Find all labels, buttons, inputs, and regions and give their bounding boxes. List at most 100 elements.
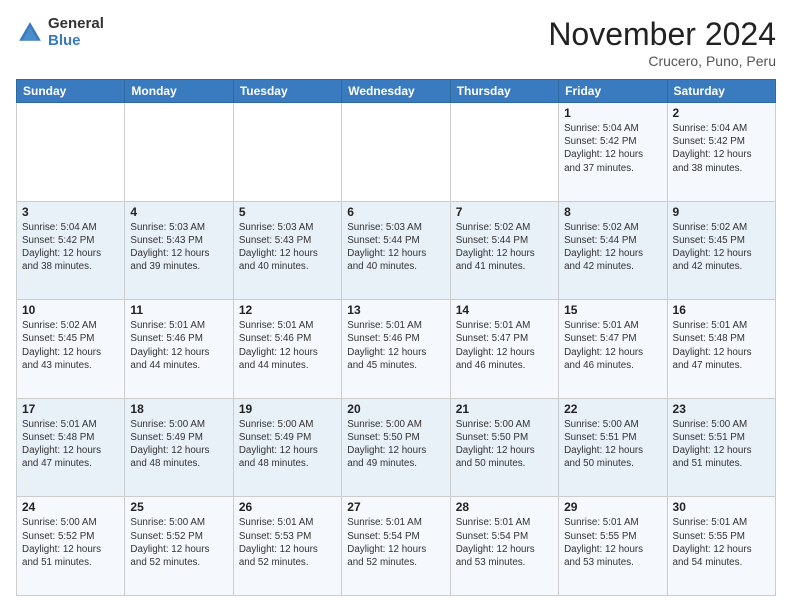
day-info: Sunrise: 5:00 AM Sunset: 5:50 PM Dayligh…: [347, 418, 444, 471]
day-info: Sunrise: 5:00 AM Sunset: 5:51 PM Dayligh…: [673, 418, 770, 471]
day-number: 10: [22, 303, 119, 317]
day-cell-w3-d3: 20Sunrise: 5:00 AM Sunset: 5:50 PM Dayli…: [342, 398, 450, 497]
day-cell-w1-d5: 8 Sunrise: 5:02 AM Sunset: 5:44 PM Daylig…: [559, 201, 667, 300]
day-number: 21: [456, 402, 553, 416]
col-tuesday: Tuesday: [233, 80, 341, 103]
day-number: 9: [673, 205, 770, 219]
page: General Blue November 2024 Crucero, Puno…: [0, 0, 792, 612]
col-sunday: Sunday: [17, 80, 125, 103]
day-number: 17: [22, 402, 119, 416]
day-number: 13: [347, 303, 444, 317]
day-cell-w4-d6: 30 Sunrise: 5:01 AM Sunset: 5:55 PM Dayli…: [667, 497, 775, 596]
day-info: Sunrise: 5:04 AM Sunset: 5:42 PM Dayligh…: [673, 122, 770, 175]
day-number: 23: [673, 402, 770, 416]
day-cell-w4-d4: 28 Sunrise: 5:01 AM Sunset: 5:54 PM Dayli…: [450, 497, 558, 596]
day-number: 22: [564, 402, 661, 416]
day-cell-w2-d0: 10 Sunrise: 5:02 AM Sunset: 5:45 PM Dayli…: [17, 300, 125, 399]
day-cell-w0-d4: [450, 103, 558, 202]
day-cell-w4-d1: 25 Sunrise: 5:00 AM Sunset: 5:52 PM Dayli…: [125, 497, 233, 596]
col-thursday: Thursday: [450, 80, 558, 103]
day-cell-w3-d4: 21 Sunrise: 5:00 AM Sunset: 5:50 PM Dayli…: [450, 398, 558, 497]
week-row-1: 3Sunrise: 5:04 AM Sunset: 5:42 PM Daylig…: [17, 201, 776, 300]
day-info: Sunrise: 5:01 AM Sunset: 5:46 PM Dayligh…: [239, 319, 336, 372]
day-cell-w2-d2: 12 Sunrise: 5:01 AM Sunset: 5:46 PM Dayli…: [233, 300, 341, 399]
day-number: 30: [673, 500, 770, 514]
logo-blue-text: Blue: [48, 33, 104, 50]
day-cell-w2-d1: 11 Sunrise: 5:01 AM Sunset: 5:46 PM Dayli…: [125, 300, 233, 399]
header: General Blue November 2024 Crucero, Puno…: [16, 16, 776, 69]
day-number: 4: [130, 205, 227, 219]
day-number: 15: [564, 303, 661, 317]
day-info: Sunrise: 5:02 AM Sunset: 5:44 PM Dayligh…: [456, 221, 553, 274]
day-cell-w4-d0: 24Sunrise: 5:00 AM Sunset: 5:52 PM Dayli…: [17, 497, 125, 596]
day-number: 19: [239, 402, 336, 416]
day-cell-w0-d3: [342, 103, 450, 202]
calendar-header: Sunday Monday Tuesday Wednesday Thursday…: [17, 80, 776, 103]
day-info: Sunrise: 5:03 AM Sunset: 5:44 PM Dayligh…: [347, 221, 444, 274]
day-number: 29: [564, 500, 661, 514]
day-number: 12: [239, 303, 336, 317]
day-info: Sunrise: 5:01 AM Sunset: 5:47 PM Dayligh…: [564, 319, 661, 372]
logo-text: General Blue: [48, 16, 104, 49]
day-cell-w2-d5: 15 Sunrise: 5:01 AM Sunset: 5:47 PM Dayli…: [559, 300, 667, 399]
day-info: Sunrise: 5:01 AM Sunset: 5:54 PM Dayligh…: [456, 516, 553, 569]
day-number: 8: [564, 205, 661, 219]
day-number: 16: [673, 303, 770, 317]
day-number: 28: [456, 500, 553, 514]
col-friday: Friday: [559, 80, 667, 103]
day-number: 6: [347, 205, 444, 219]
day-info: Sunrise: 5:01 AM Sunset: 5:54 PM Dayligh…: [347, 516, 444, 569]
day-info: Sunrise: 5:04 AM Sunset: 5:42 PM Dayligh…: [564, 122, 661, 175]
week-row-4: 24Sunrise: 5:00 AM Sunset: 5:52 PM Dayli…: [17, 497, 776, 596]
calendar-table: Sunday Monday Tuesday Wednesday Thursday…: [16, 79, 776, 596]
day-info: Sunrise: 5:02 AM Sunset: 5:45 PM Dayligh…: [673, 221, 770, 274]
day-cell-w0-d0: [17, 103, 125, 202]
col-saturday: Saturday: [667, 80, 775, 103]
day-number: 11: [130, 303, 227, 317]
day-cell-w2-d6: 16 Sunrise: 5:01 AM Sunset: 5:48 PM Dayli…: [667, 300, 775, 399]
week-row-3: 17Sunrise: 5:01 AM Sunset: 5:48 PM Dayli…: [17, 398, 776, 497]
day-info: Sunrise: 5:00 AM Sunset: 5:50 PM Dayligh…: [456, 418, 553, 471]
day-cell-w4-d2: 26 Sunrise: 5:01 AM Sunset: 5:53 PM Dayli…: [233, 497, 341, 596]
month-title: November 2024: [548, 16, 776, 53]
day-info: Sunrise: 5:01 AM Sunset: 5:55 PM Dayligh…: [673, 516, 770, 569]
day-info: Sunrise: 5:02 AM Sunset: 5:44 PM Dayligh…: [564, 221, 661, 274]
col-monday: Monday: [125, 80, 233, 103]
day-number: 2: [673, 106, 770, 120]
day-info: Sunrise: 5:00 AM Sunset: 5:49 PM Dayligh…: [239, 418, 336, 471]
day-cell-w3-d0: 17Sunrise: 5:01 AM Sunset: 5:48 PM Dayli…: [17, 398, 125, 497]
week-row-2: 10 Sunrise: 5:02 AM Sunset: 5:45 PM Dayli…: [17, 300, 776, 399]
day-cell-w3-d1: 18Sunrise: 5:00 AM Sunset: 5:49 PM Dayli…: [125, 398, 233, 497]
logo-general-text: General: [48, 16, 104, 33]
day-number: 1: [564, 106, 661, 120]
day-cell-w0-d5: 1 Sunrise: 5:04 AM Sunset: 5:42 PM Daylig…: [559, 103, 667, 202]
day-cell-w4-d3: 27Sunrise: 5:01 AM Sunset: 5:54 PM Dayli…: [342, 497, 450, 596]
day-cell-w0-d1: [125, 103, 233, 202]
title-block: November 2024 Crucero, Puno, Peru: [548, 16, 776, 69]
logo-icon: [16, 19, 44, 47]
day-number: 5: [239, 205, 336, 219]
day-info: Sunrise: 5:01 AM Sunset: 5:47 PM Dayligh…: [456, 319, 553, 372]
day-cell-w3-d6: 23 Sunrise: 5:00 AM Sunset: 5:51 PM Dayli…: [667, 398, 775, 497]
day-number: 26: [239, 500, 336, 514]
day-number: 25: [130, 500, 227, 514]
day-cell-w0-d2: [233, 103, 341, 202]
day-info: Sunrise: 5:01 AM Sunset: 5:46 PM Dayligh…: [347, 319, 444, 372]
day-number: 7: [456, 205, 553, 219]
day-info: Sunrise: 5:04 AM Sunset: 5:42 PM Dayligh…: [22, 221, 119, 274]
day-info: Sunrise: 5:01 AM Sunset: 5:55 PM Dayligh…: [564, 516, 661, 569]
day-info: Sunrise: 5:02 AM Sunset: 5:45 PM Dayligh…: [22, 319, 119, 372]
day-cell-w2-d3: 13 Sunrise: 5:01 AM Sunset: 5:46 PM Dayli…: [342, 300, 450, 399]
day-cell-w3-d2: 19 Sunrise: 5:00 AM Sunset: 5:49 PM Dayli…: [233, 398, 341, 497]
day-cell-w1-d4: 7 Sunrise: 5:02 AM Sunset: 5:44 PM Daylig…: [450, 201, 558, 300]
day-info: Sunrise: 5:00 AM Sunset: 5:49 PM Dayligh…: [130, 418, 227, 471]
day-cell-w1-d2: 5 Sunrise: 5:03 AM Sunset: 5:43 PM Daylig…: [233, 201, 341, 300]
day-info: Sunrise: 5:00 AM Sunset: 5:52 PM Dayligh…: [22, 516, 119, 569]
day-info: Sunrise: 5:01 AM Sunset: 5:53 PM Dayligh…: [239, 516, 336, 569]
day-info: Sunrise: 5:01 AM Sunset: 5:48 PM Dayligh…: [673, 319, 770, 372]
weekday-row: Sunday Monday Tuesday Wednesday Thursday…: [17, 80, 776, 103]
day-info: Sunrise: 5:03 AM Sunset: 5:43 PM Dayligh…: [239, 221, 336, 274]
day-info: Sunrise: 5:01 AM Sunset: 5:46 PM Dayligh…: [130, 319, 227, 372]
day-cell-w1-d0: 3Sunrise: 5:04 AM Sunset: 5:42 PM Daylig…: [17, 201, 125, 300]
day-info: Sunrise: 5:00 AM Sunset: 5:52 PM Dayligh…: [130, 516, 227, 569]
